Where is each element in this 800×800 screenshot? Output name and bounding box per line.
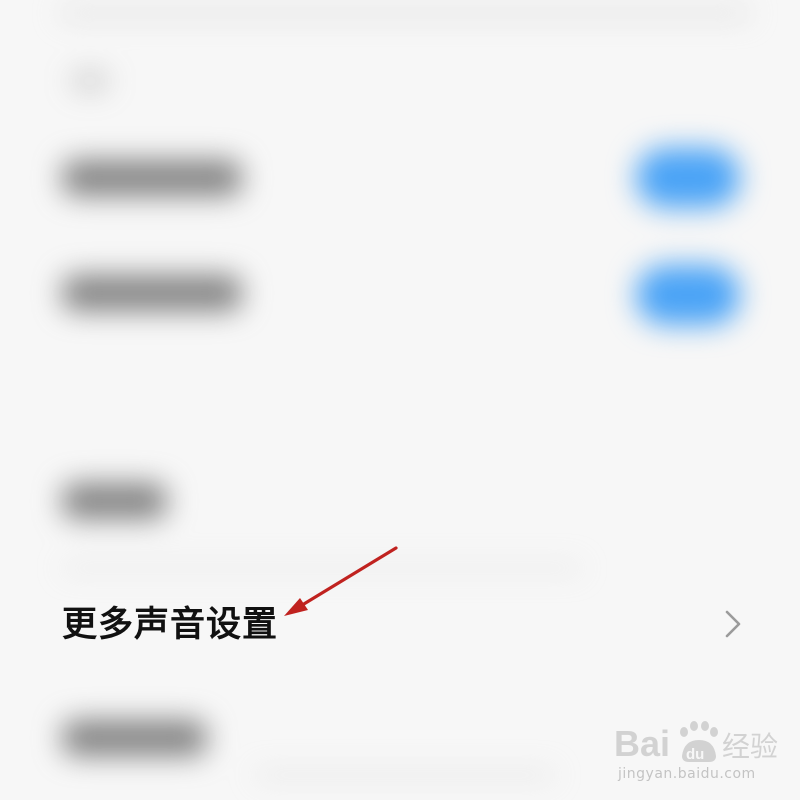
watermark-url: jingyan.baidu.com: [618, 766, 756, 782]
setting-label-blurred-3: [62, 483, 167, 519]
baidu-jingyan-watermark: Bai du 经验 jingyan.baidu.com: [612, 712, 787, 792]
toggle-switch-1[interactable]: [636, 148, 740, 208]
svg-text:du: du: [686, 746, 704, 763]
section-header-blurred: [70, 70, 110, 92]
setting-label-blurred-4: [62, 720, 207, 756]
setting-label-blurred-1: [62, 160, 242, 196]
toggle-switch-2[interactable]: [636, 265, 740, 325]
svg-text:Bai: Bai: [614, 723, 670, 764]
bottom-divider-blurred: [255, 772, 555, 778]
blurred-settings-region: [0, 0, 800, 800]
baidu-logo: Bai du 经验: [614, 721, 778, 764]
svg-text:经验: 经验: [722, 730, 778, 763]
more-sound-settings-label: 更多声音设置: [62, 605, 279, 645]
paw-icon: du: [680, 721, 718, 763]
annotation-arrow: [284, 546, 398, 616]
setting-label-blurred-2: [62, 275, 242, 311]
chevron-right-icon: [725, 610, 741, 638]
top-divider: [60, 10, 750, 16]
